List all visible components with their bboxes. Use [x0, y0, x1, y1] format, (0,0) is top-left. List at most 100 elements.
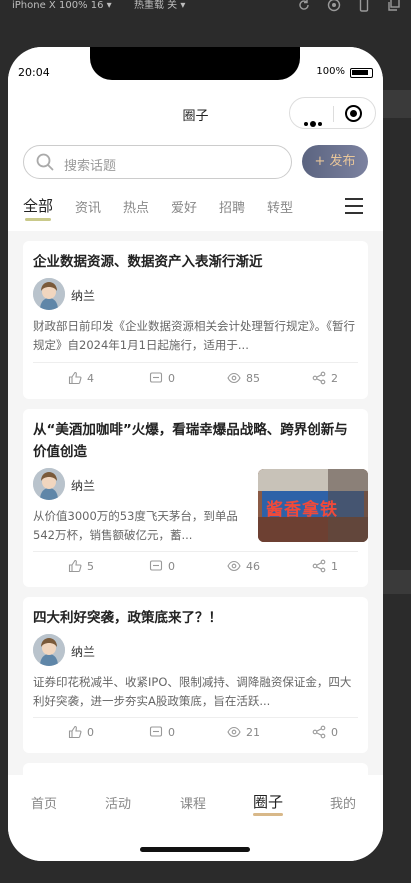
- view-stat: 21: [227, 725, 260, 739]
- share-icon: [312, 559, 326, 573]
- like-stat[interactable]: 5: [68, 559, 94, 573]
- comment-count: 0: [168, 371, 175, 385]
- capsule-divider: [333, 106, 334, 122]
- copy-icon[interactable]: [387, 0, 401, 12]
- thumbs-up-icon: [68, 559, 82, 573]
- refresh-icon[interactable]: [297, 0, 311, 12]
- post-stats: 4 0 85 2: [23, 371, 368, 391]
- share-stat[interactable]: 1: [312, 559, 338, 573]
- comment-stat[interactable]: 0: [149, 559, 175, 573]
- devtools-toolbar: iPhone X 100% 16 ▾ 热重载 关 ▾: [0, 0, 411, 18]
- more-icon[interactable]: [304, 111, 324, 130]
- tab-hobby[interactable]: 爱好: [171, 197, 197, 216]
- post-stats: 5 0 46 1: [23, 559, 368, 579]
- comment-stat[interactable]: 0: [149, 725, 175, 739]
- hot-reload-toggle[interactable]: 热重载 关 ▾: [134, 0, 185, 12]
- category-tabs: 全部 资讯 热点 爱好 招聘 转型: [8, 185, 383, 231]
- view-count: 85: [246, 371, 260, 385]
- comment-icon: [149, 726, 163, 737]
- post-card[interactable]: 四大利好突袭，政策底来了？！ 纳兰 证券印花税减半、收紧IPO、限制减持、调降融…: [23, 597, 368, 753]
- devtools-side-panel: [381, 570, 411, 594]
- thumbnail-sign-text: 酱香拿铁: [266, 500, 338, 520]
- post-card[interactable]: [23, 763, 368, 775]
- bottom-tab-mine[interactable]: 我的: [330, 793, 356, 812]
- author-name: 纳兰: [71, 479, 96, 493]
- tab-transition[interactable]: 转型: [267, 197, 293, 216]
- share-icon: [312, 371, 326, 385]
- stop-icon[interactable]: [327, 0, 341, 12]
- eye-icon: [227, 726, 241, 738]
- post-stats: 0 0 21 0: [23, 725, 368, 745]
- post-card[interactable]: 企业数据资源、数据资产入表渐行渐近 纳兰 财政部日前印发《企业数据资源相关会计处…: [23, 241, 368, 399]
- bottom-tab-activities[interactable]: 活动: [105, 793, 131, 812]
- author-name: 纳兰: [71, 645, 96, 659]
- post-title: 四大利好突袭，政策底来了？！: [33, 610, 222, 626]
- search-placeholder: 搜索话题: [64, 159, 117, 174]
- post-title: 从“美酒加咖啡”火爆，看瑞幸爆品战略、跨界创新与价值创造: [33, 422, 348, 460]
- phone-simulator: 20:04 100% 圈子 搜索话题 + 发布 全部 资讯 热点 爱好 招聘 转…: [8, 47, 383, 861]
- card-divider: [33, 362, 358, 363]
- like-stat[interactable]: 4: [68, 371, 94, 385]
- status-time: 20:04: [18, 66, 50, 79]
- post-card[interactable]: 从“美酒加咖啡”火爆，看瑞幸爆品战略、跨界创新与价值创造 纳兰 从价值3000万…: [23, 409, 368, 587]
- like-count: 4: [87, 371, 94, 385]
- phone-icon[interactable]: [357, 0, 371, 12]
- comment-icon: [149, 560, 163, 571]
- view-count: 46: [246, 559, 260, 573]
- avatar[interactable]: [33, 634, 65, 666]
- thumbs-up-icon: [68, 725, 82, 739]
- tab-news[interactable]: 资讯: [75, 197, 101, 216]
- bottom-tab-bar: 首页 活动 课程 圈子 我的: [8, 775, 383, 827]
- device-selector[interactable]: iPhone X 100% 16 ▾: [12, 0, 112, 12]
- nav-bar: 圈子: [8, 93, 383, 135]
- view-stat: 85: [227, 371, 260, 385]
- devtools-side-panel: [381, 90, 411, 118]
- close-miniprogram-icon[interactable]: [345, 105, 362, 122]
- author-name: 纳兰: [71, 289, 96, 303]
- search-input[interactable]: 搜索话题: [23, 145, 292, 179]
- post-title: 企业数据资源、数据资产入表渐行渐近: [33, 254, 263, 270]
- home-indicator[interactable]: [140, 847, 250, 852]
- phone-notch: [90, 47, 300, 80]
- comment-stat[interactable]: 0: [149, 371, 175, 385]
- card-divider: [33, 551, 358, 552]
- eye-icon: [227, 560, 241, 572]
- comment-icon: [149, 372, 163, 383]
- like-count: 0: [87, 725, 94, 739]
- share-stat[interactable]: 2: [312, 371, 338, 385]
- share-icon: [312, 725, 326, 739]
- battery-icon: [350, 68, 373, 78]
- share-count: 1: [331, 559, 338, 573]
- post-summary: 财政部日前印发《企业数据资源相关会计处理暂行规定》。《暂行规定》自2024年1月…: [33, 319, 355, 352]
- share-count: 2: [331, 371, 338, 385]
- post-summary: 证券印花税减半、收紧IPO、限制减持、调降融资保证金，四大利好突袭，进一步夯实A…: [33, 675, 352, 708]
- tab-all[interactable]: 全部: [23, 195, 53, 221]
- share-stat[interactable]: 0: [312, 725, 338, 739]
- search-row: 搜索话题 + 发布: [8, 135, 383, 185]
- avatar[interactable]: [33, 278, 65, 310]
- post-thumbnail[interactable]: 酱香拿铁: [258, 469, 368, 542]
- home-indicator-area: [8, 827, 383, 861]
- view-stat: 46: [227, 559, 260, 573]
- share-count: 0: [331, 725, 338, 739]
- comment-count: 0: [168, 559, 175, 573]
- comment-count: 0: [168, 725, 175, 739]
- eye-icon: [227, 372, 241, 384]
- post-summary: 从价值3000万的53度飞天茅台，到单品542万杯，销售额破亿元，蓄...: [33, 509, 238, 542]
- publish-button[interactable]: + 发布: [302, 145, 368, 178]
- menu-icon[interactable]: [345, 198, 363, 214]
- tab-hot[interactable]: 热点: [123, 197, 149, 216]
- search-icon: [36, 153, 54, 171]
- card-divider: [33, 717, 358, 718]
- like-stat[interactable]: 0: [68, 725, 94, 739]
- tab-recruit[interactable]: 招聘: [219, 197, 245, 216]
- miniprogram-capsule: [289, 97, 376, 129]
- bottom-tab-circle[interactable]: 圈子: [253, 791, 284, 816]
- bottom-tab-courses[interactable]: 课程: [180, 793, 206, 812]
- avatar[interactable]: [33, 468, 65, 500]
- thumbs-up-icon: [68, 371, 82, 385]
- battery-percent: 100%: [316, 66, 345, 77]
- post-feed[interactable]: 企业数据资源、数据资产入表渐行渐近 纳兰 财政部日前印发《企业数据资源相关会计处…: [8, 231, 383, 775]
- like-count: 5: [87, 559, 94, 573]
- bottom-tab-home[interactable]: 首页: [31, 793, 57, 812]
